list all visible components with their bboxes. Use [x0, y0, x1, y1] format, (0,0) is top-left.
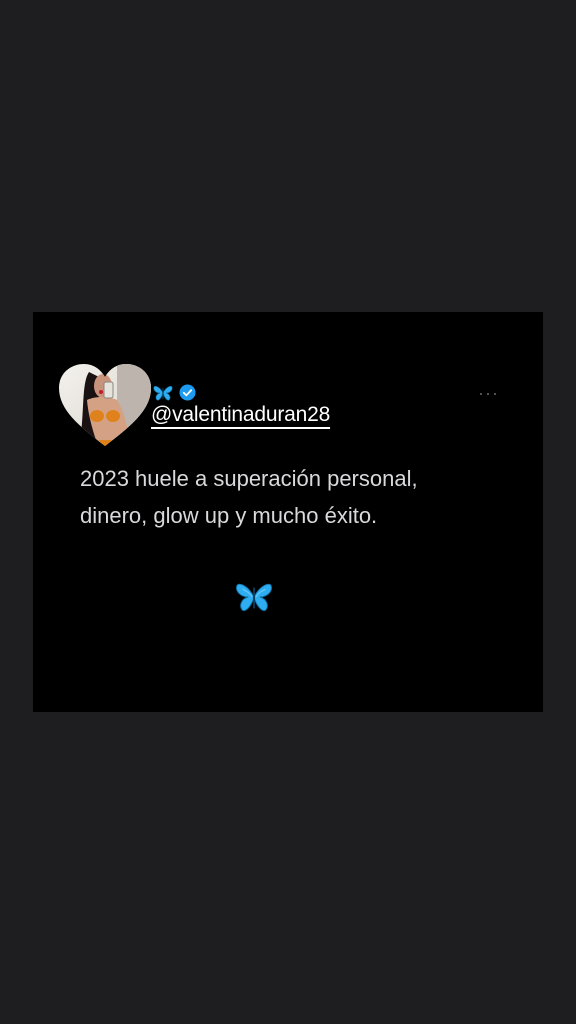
more-options-icon[interactable]: ···	[478, 384, 499, 402]
user-handle[interactable]: @valentinaduran28	[151, 403, 330, 427]
avatar[interactable]	[59, 364, 151, 448]
tweet-card[interactable]: @valentinaduran28 ··· 2023 huele a super…	[33, 312, 543, 712]
butterfly-icon	[235, 580, 273, 619]
tweet-text: 2023 huele a superación personal, dinero…	[80, 466, 418, 528]
story-screen: @valentinaduran28 ··· 2023 huele a super…	[0, 0, 576, 1024]
